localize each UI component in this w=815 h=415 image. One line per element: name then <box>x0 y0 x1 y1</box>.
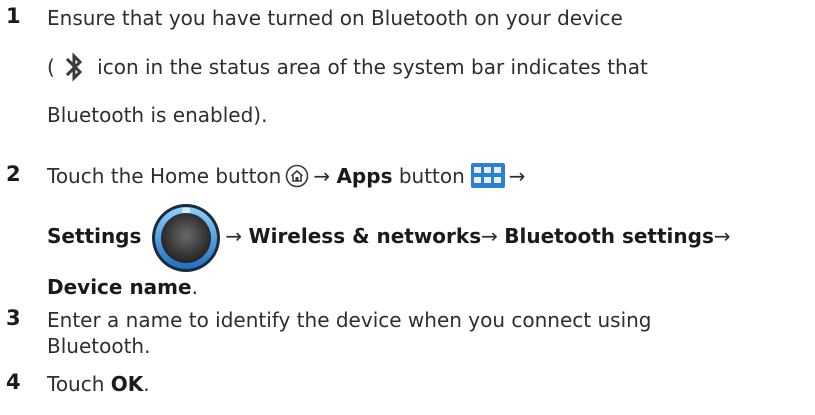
arrow-icon: → <box>225 224 243 248</box>
home-icon <box>285 164 309 188</box>
settings-label: Settings <box>47 224 142 248</box>
open-paren: ( <box>47 55 55 79</box>
step-text: Touch the Home button <box>47 164 282 188</box>
arrow-icon: → <box>508 164 526 188</box>
ok-label: OK <box>110 372 144 396</box>
step-text: Bluetooth is enabled). <box>47 103 268 127</box>
apps-label: Apps <box>336 164 393 188</box>
step-4-line-1: Touch OK. <box>47 370 150 398</box>
period: . <box>143 372 150 396</box>
apps-icon <box>470 163 505 188</box>
bluetooth-settings-label: Bluetooth settings <box>504 224 714 248</box>
step-3-line-1: Enter a name to identify the device when… <box>47 308 652 332</box>
step-text: Bluetooth. <box>47 334 151 358</box>
step-1-line-3: Bluetooth is enabled). <box>47 101 267 129</box>
settings-icon <box>151 203 221 273</box>
step-text: Enter a name to identify the device when… <box>47 308 652 332</box>
step-number: 4 <box>6 370 21 394</box>
step-number: 1 <box>6 4 21 28</box>
device-name-label: Device name <box>47 275 192 299</box>
step-2-line-1: Touch the Home button → Apps button → <box>47 162 526 190</box>
step-2-line-2: Settings → Wireless & networks→ Bluetoot… <box>47 200 731 272</box>
bluetooth-icon <box>61 52 87 82</box>
step-number: 3 <box>6 306 21 330</box>
period: . <box>191 275 198 299</box>
wireless-networks-label: Wireless & networks <box>248 224 482 248</box>
step-1-line-2: ( icon in the status area of the system … <box>47 52 648 82</box>
step-text: icon in the status area of the system ba… <box>97 55 648 79</box>
step-text: Ensure that you have turned on Bluetooth… <box>47 6 623 30</box>
button-word: button <box>398 164 465 188</box>
step-2-line-3: Device name. <box>47 273 198 301</box>
arrow-icon: → <box>313 164 331 188</box>
step-number: 2 <box>6 162 21 186</box>
arrow-icon: → <box>713 224 731 248</box>
step-1-line-1: Ensure that you have turned on Bluetooth… <box>47 4 623 32</box>
arrow-icon: → <box>481 224 498 248</box>
touch-word: Touch <box>47 372 105 396</box>
step-3-line-2: Bluetooth. <box>47 334 150 358</box>
